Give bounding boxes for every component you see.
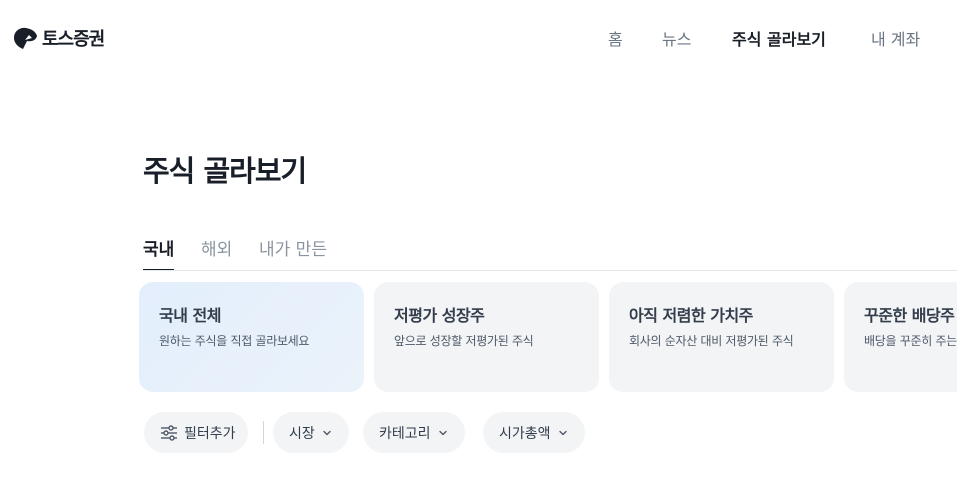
card-undervalued-growth[interactable]: 저평가 성장주 앞으로 성장할 저평가된 주식 [374, 282, 599, 392]
card-title: 저평가 성장주 [394, 306, 485, 325]
filter-category-dropdown[interactable]: 카테고리 [363, 412, 465, 453]
card-domestic-all[interactable]: 국내 전체 원하는 주식을 직접 골라보세요 [139, 282, 364, 392]
card-description: 앞으로 성장할 저평가된 주식 [394, 334, 534, 348]
filter-sliders-icon [161, 424, 177, 441]
nav-news[interactable]: 뉴스 [662, 26, 691, 50]
card-title: 국내 전체 [159, 306, 221, 325]
filter-market-dropdown[interactable]: 시장 [273, 412, 349, 453]
card-description: 배당을 꾸준히 주는 [864, 334, 957, 348]
add-filter-button[interactable]: 필터추가 [144, 412, 248, 453]
tab-overseas[interactable]: 해외 [201, 235, 232, 271]
card-title: 아직 저렴한 가치주 [629, 306, 753, 325]
filter-category-label: 카테고리 [379, 425, 431, 442]
toss-logo-icon [14, 27, 37, 49]
logo-text: 토스증권 [42, 29, 105, 50]
nav-home[interactable]: 홈 [608, 26, 623, 50]
card-description: 원하는 주식을 직접 골라보세요 [159, 334, 310, 348]
filter-market-cap-label: 시가총액 [499, 425, 551, 442]
top-header: 토스증권 홈 뉴스 주식 골라보기 내 계좌 [0, 0, 957, 74]
tab-my-custom[interactable]: 내가 만든 [259, 235, 327, 271]
chevron-down-icon [323, 430, 331, 435]
filter-market-cap-dropdown[interactable]: 시가총액 [483, 412, 585, 453]
page-title: 주식 골라보기 [143, 154, 307, 188]
page: 토스증권 홈 뉴스 주식 골라보기 내 계좌 주식 골라보기 국내 해외 내가 … [0, 0, 957, 477]
toss-securities-logo[interactable]: 토스증권 [12, 25, 105, 51]
filter-divider [263, 421, 264, 444]
card-steady-dividend[interactable]: 꾸준한 배당주 배당을 꾸준히 주는 [844, 282, 957, 392]
tab-domestic[interactable]: 국내 [143, 235, 175, 271]
card-title: 꾸준한 배당주 [864, 306, 955, 325]
chevron-down-icon [438, 430, 447, 435]
card-cheap-value[interactable]: 아직 저렴한 가치주 회사의 순자산 대비 저평가된 주식 [609, 282, 834, 392]
add-filter-label: 필터추가 [184, 425, 236, 442]
filter-market-label: 시장 [289, 425, 315, 442]
tabs-divider [143, 270, 957, 271]
nav-stock-screener[interactable]: 주식 골라보기 [732, 26, 826, 50]
chevron-down-icon [558, 430, 567, 435]
card-description: 회사의 순자산 대비 저평가된 주식 [629, 334, 794, 348]
nav-my-account[interactable]: 내 계좌 [871, 26, 920, 50]
